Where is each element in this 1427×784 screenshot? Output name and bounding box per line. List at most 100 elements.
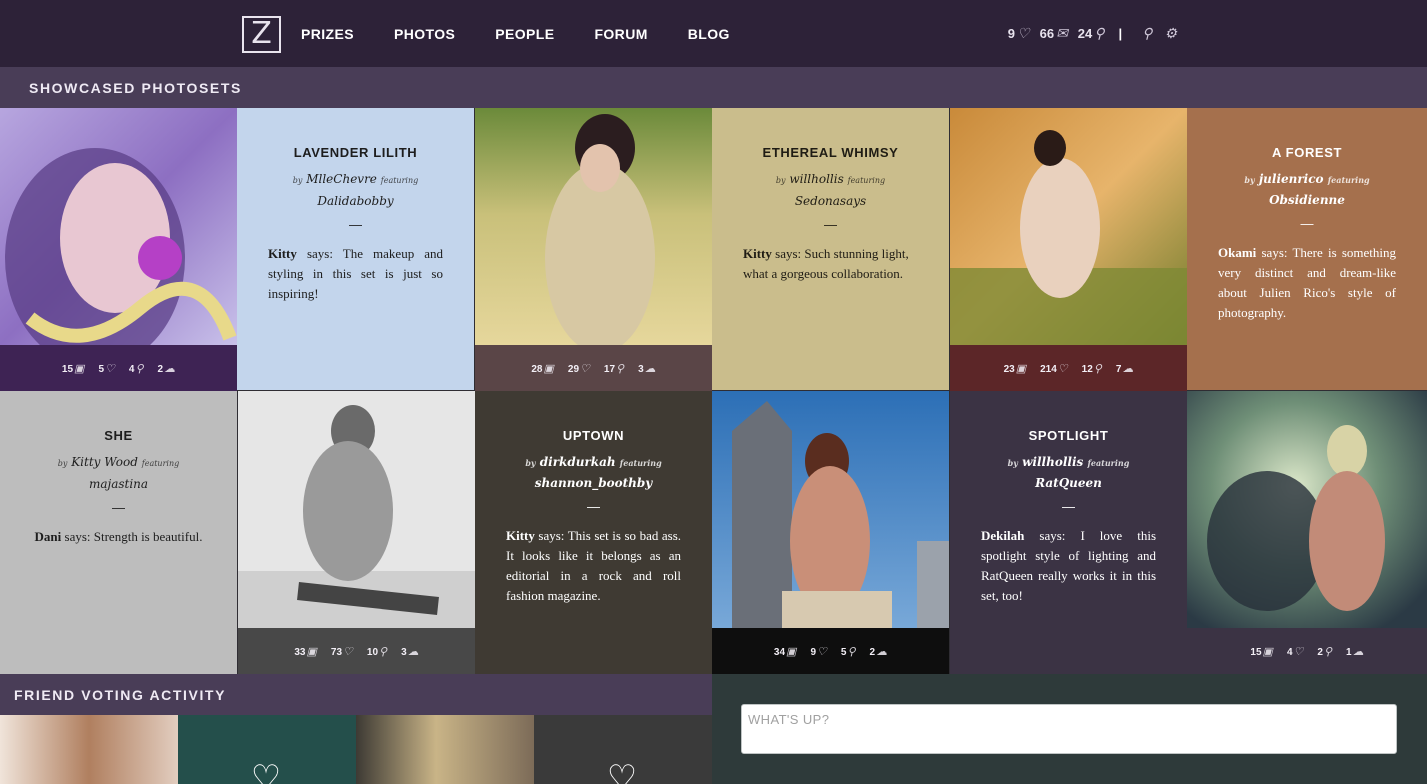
nav-blog[interactable]: BLOG <box>688 26 730 42</box>
photoset-byline: by willhollis featuring Sedonasays <box>743 169 918 211</box>
person-icon: ⚲ <box>135 362 144 375</box>
person-icon: ⚲ <box>616 362 625 375</box>
model-link[interactable]: majastina <box>89 477 148 491</box>
photographer-link[interactable]: willhollis <box>1022 455 1083 469</box>
comment-icon: ☁ <box>164 362 176 375</box>
commenter-link[interactable]: Kitty <box>506 528 535 543</box>
photoset-thumbnail[interactable] <box>0 108 237 345</box>
nav-people[interactable]: PEOPLE <box>495 26 554 42</box>
settings-button[interactable]: ⚙ <box>1162 25 1177 42</box>
people-count-link[interactable]: 24 ⚲ <box>1078 25 1105 42</box>
commenter-link[interactable]: Kitty <box>268 246 297 261</box>
photoset-title[interactable]: UPTOWN <box>506 428 681 443</box>
photoset-card-ethereal-whimsy-image[interactable]: 28▣ 29♡ 17⚲ 3☁ <box>475 108 712 391</box>
main-nav: PRIZES PHOTOS PEOPLE FORUM BLOG <box>301 0 770 67</box>
commenter-link[interactable]: Dekilah <box>981 528 1024 543</box>
commenter-link[interactable]: Kitty <box>743 246 772 261</box>
featured-comment: Okami says: There is something very dist… <box>1218 243 1396 323</box>
photographer-link[interactable]: willhollis <box>789 172 843 186</box>
photographer-link[interactable]: dirkdurkah <box>540 455 616 469</box>
photoset-title[interactable]: SPOTLIGHT <box>981 428 1156 443</box>
friend-vote-card[interactable]: ♡ <box>534 715 712 784</box>
featuring-label: featuring <box>1327 175 1370 185</box>
photoset-title[interactable]: A FOREST <box>1218 145 1396 160</box>
person-icon: ⚲ <box>847 645 856 658</box>
photoset-thumbnail[interactable] <box>1187 391 1427 628</box>
model-link[interactable]: Sedonasays <box>795 194 866 208</box>
photoset-card-she[interactable]: SHE by Kitty Wood featuring majastina — … <box>0 391 237 674</box>
comments-count: 7☁ <box>1115 362 1134 375</box>
friend-vote-photo[interactable] <box>356 715 534 784</box>
photoset-thumbnail[interactable] <box>712 391 949 628</box>
says-label: says: <box>1039 528 1066 543</box>
photoset-card-lavender-lilith[interactable]: LAVENDER LILITH by MlleChevre featuring D… <box>237 108 474 390</box>
photoset-thumbnail[interactable] <box>475 108 712 345</box>
friend-vote-card[interactable]: ♡ <box>178 715 356 784</box>
friend-vote-photo[interactable] <box>0 715 178 784</box>
search-icon: ⚲ <box>1142 25 1153 41</box>
friend-voting-strip: ♡ ♡ <box>0 715 712 784</box>
person-icon: ⚲ <box>379 645 388 658</box>
photos-count: 33▣ <box>294 645 317 658</box>
status-input[interactable] <box>741 704 1397 754</box>
photoset-card-a-forest[interactable]: A FOREST by julienrico featuring Obsidie… <box>1187 108 1427 390</box>
photoset-card-uptown[interactable]: UPTOWN by dirkdurkah featuring shannon_bo… <box>475 391 712 674</box>
featured-comment: Dani says: Strength is beautiful. <box>31 527 206 547</box>
envelope-icon: ✉ <box>1056 25 1068 41</box>
messages-count-link[interactable]: 66 ✉ <box>1040 25 1068 42</box>
featuring-label: featuring <box>619 458 662 468</box>
nav-photos[interactable]: PHOTOS <box>394 26 455 42</box>
commenter-link[interactable]: Okami <box>1218 245 1256 260</box>
photographer-link[interactable]: julienrico <box>1259 172 1324 186</box>
photos-count: 34▣ <box>773 645 797 658</box>
photoset-card-she-image[interactable]: 33▣ 73♡ 10⚲ 3☁ <box>238 391 475 674</box>
by-label: by <box>775 176 786 185</box>
photos-count: 23▣ <box>1003 362 1027 375</box>
comment-icon: ☁ <box>1122 362 1134 375</box>
photoset-title[interactable]: SHE <box>31 428 206 443</box>
photoset-thumbnail[interactable] <box>238 391 475 628</box>
nav-forum[interactable]: FORUM <box>594 26 647 42</box>
divider: — <box>1300 216 1314 231</box>
people-count: 24 <box>1077 26 1093 41</box>
model-link[interactable]: RatQueen <box>1035 476 1102 490</box>
model-link[interactable]: Dalidabobby <box>317 194 393 208</box>
messages-count: 66 <box>1039 26 1055 41</box>
person-icon: ⚲ <box>1093 362 1102 375</box>
model-link[interactable]: Obsidienne <box>1269 193 1345 207</box>
featured-comment: Kitty says: This set is so bad ass. It l… <box>506 526 681 606</box>
featured-comment: Kitty says: The makeup and styling in th… <box>268 244 443 304</box>
featuring-label: featuring <box>380 176 419 185</box>
photoset-card-lavender-lilith-image[interactable]: 15▣ 5♡ 4⚲ 2☁ <box>0 108 237 391</box>
photoset-card-uptown-image[interactable]: 34▣ 9♡ 5⚲ 2☁ <box>712 391 949 674</box>
comment-icon: ☁ <box>407 645 419 658</box>
photoset-card-a-forest-image[interactable]: 23▣ 214♡ 12⚲ 7☁ <box>950 108 1187 391</box>
photoset-title[interactable]: ETHEREAL WHIMSY <box>743 145 918 160</box>
commenter-link[interactable]: Dani <box>35 529 62 544</box>
image-icon: ▣ <box>543 362 554 375</box>
search-button[interactable]: ⚲ <box>1140 25 1152 42</box>
gear-icon: ⚙ <box>1164 25 1177 41</box>
photoset-stats-bar: 34▣ 9♡ 5⚲ 2☁ <box>712 628 949 674</box>
heart-icon: ♡ <box>817 645 827 658</box>
photoset-card-spotlight[interactable]: SPOTLIGHT by willhollis featuring RatQue… <box>950 391 1187 674</box>
nav-prizes[interactable]: PRIZES <box>301 26 354 42</box>
image-icon: ▣ <box>786 645 797 658</box>
site-logo[interactable]: Z <box>242 16 281 53</box>
photoset-thumbnail[interactable] <box>950 108 1187 345</box>
hearts-count: 9 <box>1007 26 1016 41</box>
photoset-card-spotlight-image[interactable]: 15▣ 4♡ 2⚲ 1☁ <box>1187 391 1427 674</box>
photos-count: 15▣ <box>1250 645 1273 658</box>
divider: — <box>587 499 600 514</box>
comment-text: Strength is beautiful. <box>93 529 203 544</box>
photoset-title[interactable]: LAVENDER LILITH <box>268 145 443 160</box>
photoset-card-ethereal-whimsy[interactable]: ETHEREAL WHIMSY by willhollis featuring … <box>712 108 949 390</box>
photographer-link[interactable]: MlleChevre <box>306 172 377 186</box>
followers-count: 5⚲ <box>840 645 856 658</box>
hearts-count-link[interactable]: 9 ♡ <box>1008 25 1030 42</box>
comments-count: 3☁ <box>638 362 656 375</box>
model-link[interactable]: shannon_boothby <box>535 476 652 490</box>
divider: — <box>112 500 125 515</box>
heart-icon: ♡ <box>1293 645 1304 658</box>
photographer-link[interactable]: Kitty Wood <box>71 455 138 469</box>
